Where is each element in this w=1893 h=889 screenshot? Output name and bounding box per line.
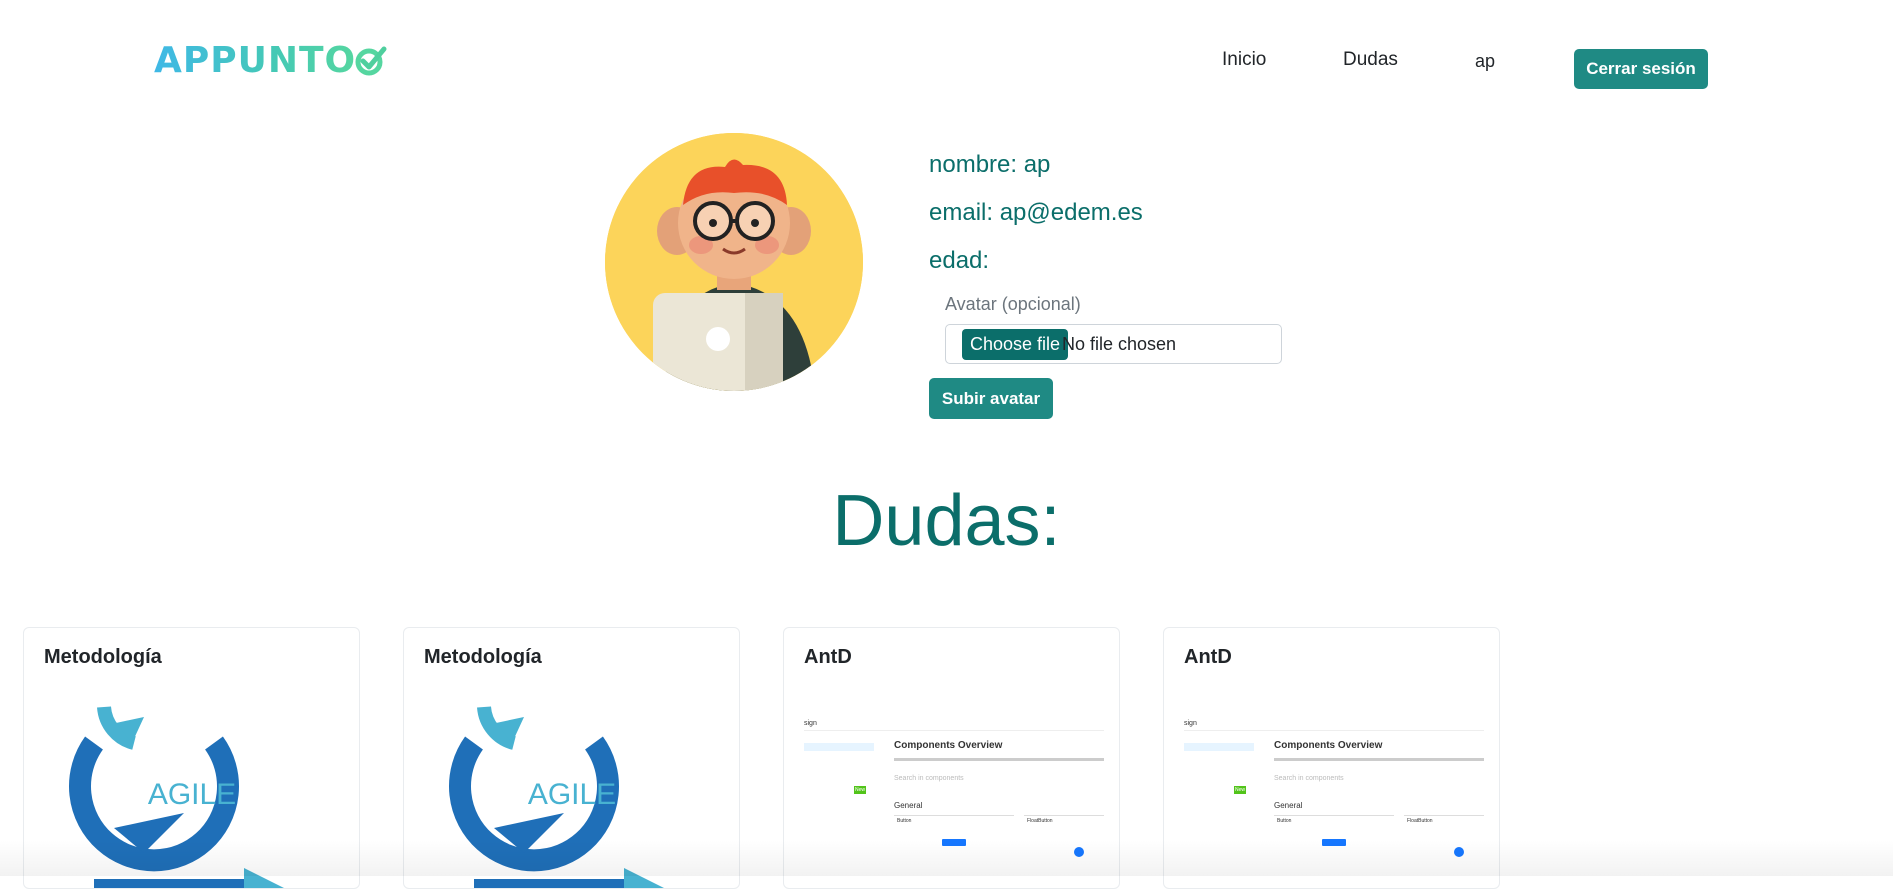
shot-group: General <box>894 801 923 810</box>
dudas-section-title: Dudas: <box>832 481 1061 561</box>
shot-brand: sign <box>804 720 817 727</box>
avatar-file-label: Avatar (opcional) <box>945 294 1081 314</box>
nav-link-dudas[interactable]: Dudas <box>1343 49 1398 71</box>
shot-heading: Components Overview <box>1274 740 1383 751</box>
shot-search: Search in components <box>894 775 964 782</box>
shot-tag: New <box>854 786 867 794</box>
card-title: AntD <box>804 646 852 668</box>
logout-button[interactable]: Cerrar sesión <box>1574 49 1708 89</box>
shot-heading: Components Overview <box>894 740 1003 751</box>
profile-edad: edad: <box>929 247 990 274</box>
nav-link-inicio[interactable]: Inicio <box>1222 49 1266 71</box>
shot-group: General <box>1274 801 1303 810</box>
upload-avatar-button[interactable]: Subir avatar <box>929 378 1053 419</box>
avatar <box>605 133 863 391</box>
shot-brand: sign <box>1184 720 1197 727</box>
shot-search: Search in components <box>1274 775 1344 782</box>
avatar-illustration <box>605 133 863 391</box>
shot-col2: FloatButton <box>1407 818 1433 824</box>
checkmark-icon <box>355 46 387 76</box>
shot-tag: New <box>1234 786 1247 794</box>
profile-email: email: ap@edem.es <box>929 199 1143 226</box>
shot-col2: FloatButton <box>1027 818 1053 824</box>
profile-nombre: nombre: ap <box>929 151 1051 178</box>
avatar-file-input[interactable]: Choose file No file chosen <box>945 324 1282 364</box>
file-status-text: No file chosen <box>1062 334 1177 354</box>
shot-col1: Button <box>1277 818 1292 824</box>
brand-logo[interactable]: APPUNTO <box>154 39 388 81</box>
shot-col1: Button <box>897 818 912 824</box>
choose-file-button[interactable]: Choose file <box>962 329 1069 360</box>
card-title: Metodología <box>44 646 162 668</box>
nav-link-user[interactable]: ap <box>1475 51 1495 72</box>
agile-text: AGILE <box>148 778 236 811</box>
card-title: Metodología <box>424 646 542 668</box>
page-bottom-fade <box>0 840 1893 876</box>
brand-name: APPUNTO <box>154 39 357 81</box>
agile-text: AGILE <box>528 778 616 811</box>
card-title: AntD <box>1184 646 1232 668</box>
